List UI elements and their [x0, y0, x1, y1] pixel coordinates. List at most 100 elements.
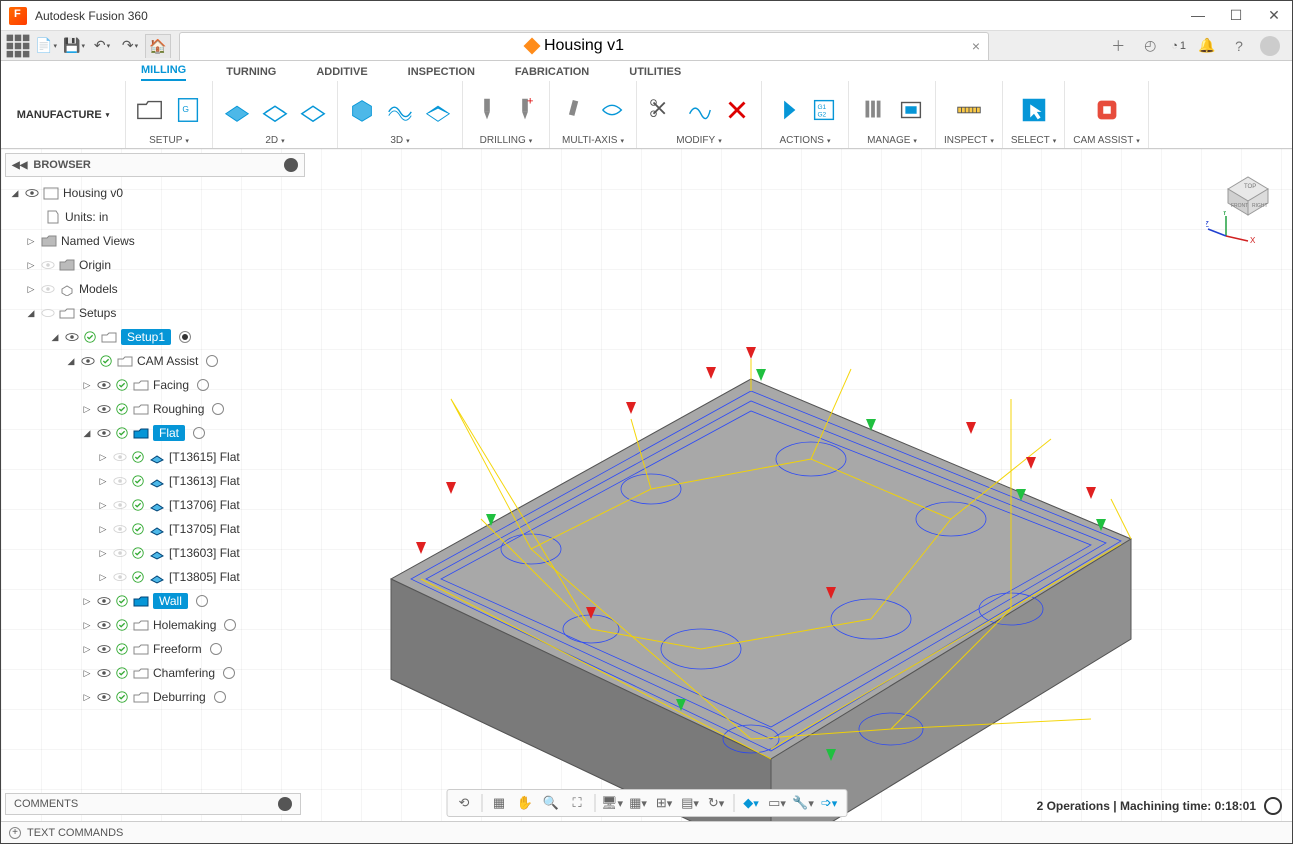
visibility-icon[interactable]	[113, 546, 127, 560]
2d-face-icon[interactable]	[221, 94, 253, 126]
visibility-icon[interactable]	[41, 282, 55, 296]
twisty-icon[interactable]: ◢	[81, 428, 93, 439]
twisty-icon[interactable]: ▷	[25, 260, 37, 271]
twisty-icon[interactable]: ◢	[25, 308, 37, 319]
viewport-button[interactable]: ▤▾	[679, 792, 701, 814]
tool-display-button[interactable]: 🔧▾	[792, 792, 814, 814]
comments-panel[interactable]: COMMENTS	[5, 793, 301, 815]
file-button[interactable]: 📄▾	[33, 34, 59, 58]
tab-utilities[interactable]: UTILITIES	[629, 66, 681, 81]
tab-additive[interactable]: ADDITIVE	[316, 66, 367, 81]
delete-toolpath-icon[interactable]	[721, 94, 753, 126]
workspace-switcher[interactable]: MANUFACTURE▾	[1, 81, 126, 148]
twisty-icon[interactable]: ▷	[81, 380, 93, 391]
tree-facing[interactable]: ▷ Facing	[5, 373, 305, 397]
active-radio[interactable]	[206, 355, 218, 367]
tab-turning[interactable]: TURNING	[226, 66, 276, 81]
visibility-icon[interactable]	[97, 618, 111, 632]
visibility-icon[interactable]	[113, 450, 127, 464]
twisty-icon[interactable]: ▷	[25, 236, 37, 247]
postprocess-icon[interactable]: G1G2	[808, 94, 840, 126]
tab-inspection[interactable]: INSPECTION	[408, 66, 475, 81]
setup-folder-icon[interactable]	[134, 94, 166, 126]
tree-chamfering[interactable]: ▷ Chamfering	[5, 661, 305, 685]
cam-assist-icon[interactable]	[1091, 94, 1123, 126]
active-radio[interactable]	[223, 667, 235, 679]
visibility-icon[interactable]	[113, 474, 127, 488]
twisty-icon[interactable]: ▷	[81, 692, 93, 703]
job-status-button[interactable]: ◔ 1	[1171, 40, 1186, 52]
notifications-button[interactable]: 🔔	[1196, 35, 1218, 57]
multiaxis-flow-icon[interactable]	[596, 94, 628, 126]
data-panel-button[interactable]	[5, 34, 31, 58]
close-tab-button[interactable]: ×	[972, 38, 980, 54]
twisty-icon[interactable]: ▷	[25, 284, 37, 295]
tree-flat-op[interactable]: ▷ [T13615] Flat	[5, 445, 305, 469]
visibility-icon[interactable]	[65, 330, 79, 344]
active-setup-radio[interactable]	[179, 331, 191, 343]
active-radio[interactable]	[210, 643, 222, 655]
tab-milling[interactable]: MILLING	[141, 64, 186, 81]
browser-pin-icon[interactable]	[284, 158, 298, 172]
add-comment-icon[interactable]	[278, 797, 292, 811]
tree-flat-op[interactable]: ▷ [T13805] Flat	[5, 565, 305, 589]
tree-root[interactable]: ◢ Housing v0	[5, 181, 305, 205]
twisty-icon[interactable]: ▷	[81, 620, 93, 631]
twisty-icon[interactable]: ▷	[97, 524, 109, 535]
look-at-button[interactable]: ▦	[488, 792, 510, 814]
active-radio[interactable]	[212, 403, 224, 415]
active-radio[interactable]	[224, 619, 236, 631]
tree-flat-op[interactable]: ▷ [T13603] Flat	[5, 541, 305, 565]
twisty-icon[interactable]: ▷	[81, 404, 93, 415]
toolpath-edit-icon[interactable]	[683, 94, 715, 126]
active-radio[interactable]	[193, 427, 205, 439]
visibility-icon[interactable]	[113, 522, 127, 536]
tree-cam-assist[interactable]: ◢ CAM Assist	[5, 349, 305, 373]
twisty-icon[interactable]: ◢	[9, 188, 21, 199]
3d-horizontal-icon[interactable]	[422, 94, 454, 126]
fit-button[interactable]: ⛶	[566, 792, 588, 814]
tree-freeform[interactable]: ▷ Freeform	[5, 637, 305, 661]
visibility-icon[interactable]	[113, 498, 127, 512]
expand-icon[interactable]: +	[9, 827, 21, 839]
active-radio[interactable]	[214, 691, 226, 703]
tree-models[interactable]: ▷ Models	[5, 277, 305, 301]
twisty-icon[interactable]: ▷	[81, 596, 93, 607]
multiaxis-swarf-icon[interactable]	[558, 94, 590, 126]
measure-icon[interactable]	[953, 94, 985, 126]
tree-holemaking[interactable]: ▷ Holemaking	[5, 613, 305, 637]
document-tab[interactable]: Housing v1 ×	[179, 32, 989, 60]
tree-wall[interactable]: ▷ Wall	[5, 589, 305, 613]
3d-adaptive-icon[interactable]	[346, 94, 378, 126]
twisty-icon[interactable]: ▷	[97, 452, 109, 463]
new-tab-button[interactable]: ＋	[1107, 35, 1129, 57]
tree-origin[interactable]: ▷ Origin	[5, 253, 305, 277]
twisty-icon[interactable]: ◢	[65, 356, 77, 367]
close-button[interactable]: ✕	[1264, 7, 1284, 24]
minimize-button[interactable]: —	[1188, 7, 1208, 24]
tree-flat-op[interactable]: ▷ [T13706] Flat	[5, 493, 305, 517]
nav-icon[interactable]	[1264, 797, 1282, 815]
twisty-icon[interactable]: ▷	[81, 644, 93, 655]
collapse-browser-icon[interactable]: ◀◀	[12, 160, 27, 171]
setup-nc-icon[interactable]: G	[172, 94, 204, 126]
hole-recognition-icon[interactable]: +	[509, 94, 541, 126]
visibility-icon[interactable]	[113, 570, 127, 584]
visibility-icon[interactable]	[97, 690, 111, 704]
visibility-icon[interactable]	[97, 402, 111, 416]
twisty-icon[interactable]: ▷	[97, 548, 109, 559]
select-icon[interactable]	[1018, 94, 1050, 126]
tree-named-views[interactable]: ▷ Named Views	[5, 229, 305, 253]
3d-parallel-icon[interactable]	[384, 94, 416, 126]
refresh-button[interactable]: ↻▾	[705, 792, 727, 814]
tree-flat-op[interactable]: ▷ [T13613] Flat	[5, 469, 305, 493]
toolpath-trim-icon[interactable]	[645, 94, 677, 126]
visibility-icon[interactable]	[97, 378, 111, 392]
pan-button[interactable]: ✋	[514, 792, 536, 814]
tree-setups[interactable]: ◢ Setups	[5, 301, 305, 325]
tree-setup1[interactable]: ◢ Setup1	[5, 325, 305, 349]
visibility-icon[interactable]	[97, 642, 111, 656]
visibility-icon[interactable]	[25, 186, 39, 200]
active-radio[interactable]	[197, 379, 209, 391]
tree-deburring[interactable]: ▷ Deburring	[5, 685, 305, 709]
